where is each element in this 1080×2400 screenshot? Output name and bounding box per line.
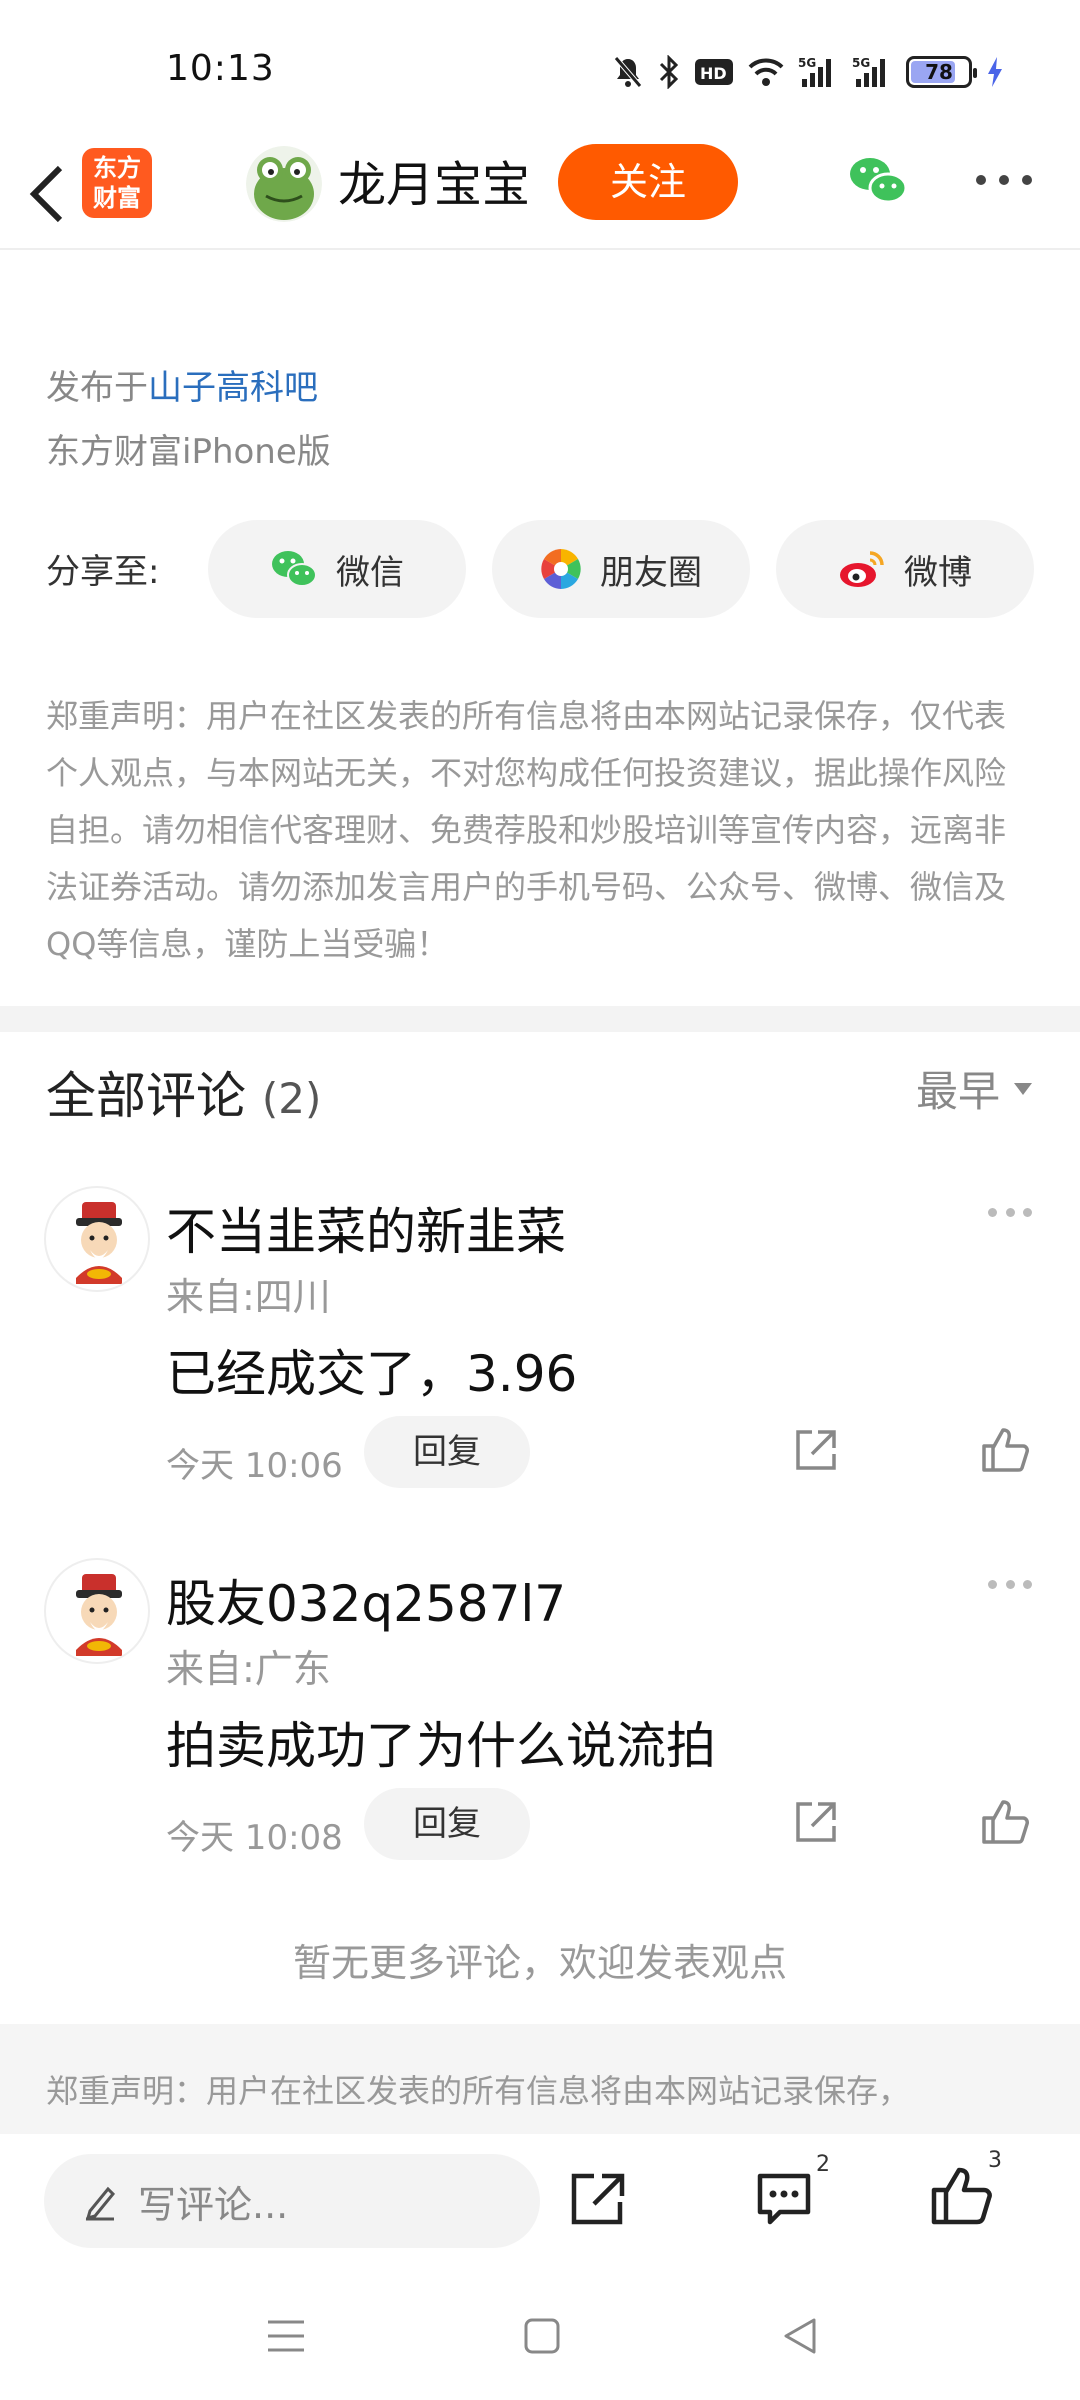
share-moments-button[interactable]: 朋友圈 xyxy=(492,520,750,618)
comment-count-button[interactable]: 2 xyxy=(754,2152,830,2232)
thumb-up-icon xyxy=(931,2167,992,2225)
charging-icon xyxy=(988,57,1002,87)
disclaimer: 郑重声明：用户在社区发表的所有信息将由本网站记录保存，仅代表个人观点，与本网站无… xyxy=(46,697,1007,963)
commenter-name[interactable]: 不当韭菜的新韭菜 xyxy=(166,1192,566,1264)
share-label: 分享至: xyxy=(46,552,160,592)
follow-button[interactable]: 关注 xyxy=(558,144,738,220)
moments-icon xyxy=(541,549,581,589)
dot xyxy=(999,175,1009,185)
comment-item: 股友032q2587l7 来自:广东 拍卖成功了为什么说流拍 今天 10:08 … xyxy=(0,1558,1080,1888)
like-count-badge: 3 xyxy=(988,2148,1002,2173)
like-icon[interactable] xyxy=(980,1426,1030,1474)
svg-text:5G: 5G xyxy=(798,56,816,70)
dot xyxy=(1023,1580,1032,1589)
signal-5g-icon: 5G xyxy=(798,56,831,87)
nav-bar: 东方 财富 龙月宝宝 关注 xyxy=(0,140,1080,250)
back-button[interactable] xyxy=(18,152,78,236)
frog-avatar-icon xyxy=(246,146,322,222)
weibo-icon xyxy=(840,551,884,587)
more-options-button[interactable] xyxy=(976,168,1032,192)
action-bar: 写评论... 2 3 xyxy=(0,2134,1080,2272)
published-prefix: 发布于 xyxy=(46,368,148,408)
logo-text-line2: 财富 xyxy=(93,184,141,212)
comment-count-badge: 2 xyxy=(816,2152,830,2177)
share-weibo-label: 微博 xyxy=(904,552,972,593)
system-nav-bar xyxy=(0,2272,1080,2400)
share-wechat-label: 微信 xyxy=(336,552,404,593)
share-weibo-button[interactable]: 微博 xyxy=(776,520,1034,618)
caishen-avatar-icon xyxy=(76,1202,122,1284)
commenter-avatar[interactable] xyxy=(44,1558,150,1664)
comment-time: 今天 10:08 xyxy=(166,1818,343,1858)
comment-input-placeholder: 写评论... xyxy=(138,2182,289,2227)
post-meta: 发布于山子高科吧 东方财富iPhone版 xyxy=(46,356,331,484)
sort-dropdown[interactable]: 最早 xyxy=(916,1058,1032,1119)
status-bar: 10:13 HD 5G 5G 78 xyxy=(0,0,1080,140)
like-icon[interactable] xyxy=(980,1798,1030,1846)
forum-link[interactable]: 山子高科吧 xyxy=(148,368,318,408)
share-row: 分享至: 微信 朋友圈 微博 xyxy=(46,520,1046,620)
comment-input[interactable]: 写评论... xyxy=(44,2154,540,2248)
reply-button[interactable]: 回复 xyxy=(364,1788,530,1860)
pencil-icon xyxy=(85,2186,116,2221)
dot xyxy=(1005,1580,1015,1589)
battery-level: 78 xyxy=(925,60,953,84)
published-in: 发布于山子高科吧 xyxy=(46,356,331,420)
signal-5g-icon: 5G xyxy=(852,56,885,87)
share-icon[interactable] xyxy=(792,1798,840,1846)
hd-icon: HD xyxy=(695,59,733,85)
status-icons: HD 5G 5G 78 xyxy=(612,50,1004,94)
dot xyxy=(1023,1208,1032,1217)
bluetooth-icon xyxy=(659,55,679,89)
wechat-icon xyxy=(272,551,317,587)
app-logo[interactable]: 东方 财富 xyxy=(82,148,152,218)
caret-down-icon xyxy=(1014,1082,1032,1095)
logo-text-line1: 东方 xyxy=(93,154,141,182)
section-divider xyxy=(0,1006,1080,1032)
comments-header: 全部评论 (2) xyxy=(46,1056,321,1128)
comments-title: 全部评论 xyxy=(46,1067,246,1125)
author-name[interactable]: 龙月宝宝 xyxy=(338,150,530,220)
comment-more-button[interactable] xyxy=(988,1208,1032,1220)
sort-label: 最早 xyxy=(915,1067,1000,1116)
status-time: 10:13 xyxy=(166,48,275,89)
wechat-share-icon[interactable] xyxy=(846,152,910,212)
like-count-button[interactable]: 3 xyxy=(930,2148,1002,2230)
svg-text:HD: HD xyxy=(700,64,727,83)
dot xyxy=(988,1580,997,1589)
share-moments-label: 朋友圈 xyxy=(600,552,702,593)
author-avatar[interactable] xyxy=(246,146,322,222)
comment-item: 不当韭菜的新韭菜 来自:四川 已经成交了，3.96 今天 10:06 回复 xyxy=(0,1186,1080,1516)
battery-icon: 78 xyxy=(906,56,977,88)
svg-text:5G: 5G xyxy=(852,56,870,70)
comment-more-button[interactable] xyxy=(988,1580,1032,1592)
comment-time: 今天 10:06 xyxy=(166,1446,343,1486)
comments-count: (2) xyxy=(261,1074,322,1123)
dot xyxy=(1005,1208,1015,1217)
share-wechat-button[interactable]: 微信 xyxy=(208,520,466,618)
post-client: 东方财富iPhone版 xyxy=(46,432,331,472)
mute-icon xyxy=(614,56,642,88)
comment-text: 拍卖成功了为什么说流拍 xyxy=(166,1717,716,1775)
dot xyxy=(1022,175,1032,185)
back-nav-icon[interactable] xyxy=(780,2316,820,2356)
no-more-comments: 暂无更多评论，欢迎发表观点 xyxy=(292,1941,787,1985)
reply-button[interactable]: 回复 xyxy=(364,1416,530,1488)
bottom-disclaimer: 郑重声明：用户在社区发表的所有信息将由本网站记录保存， xyxy=(46,2072,911,2110)
caishen-avatar-icon xyxy=(76,1574,122,1656)
commenter-avatar[interactable] xyxy=(44,1186,150,1292)
share-icon[interactable] xyxy=(792,1426,840,1474)
wifi-icon xyxy=(748,58,784,86)
commenter-location: 来自:四川 xyxy=(166,1275,331,1319)
dot xyxy=(976,175,986,185)
commenter-name[interactable]: 股友032q2587l7 xyxy=(166,1564,566,1636)
comment-bubble-icon xyxy=(757,2173,811,2225)
dot xyxy=(988,1208,997,1217)
bottom-disclaimer-band: 郑重声明：用户在社区发表的所有信息将由本网站记录保存， xyxy=(0,2024,1080,2134)
home-icon[interactable] xyxy=(522,2316,562,2356)
comment-text: 已经成交了，3.96 xyxy=(166,1345,578,1403)
menu-icon[interactable] xyxy=(264,2316,308,2356)
commenter-location: 来自:广东 xyxy=(166,1647,331,1691)
share-post-icon[interactable] xyxy=(568,2168,628,2228)
